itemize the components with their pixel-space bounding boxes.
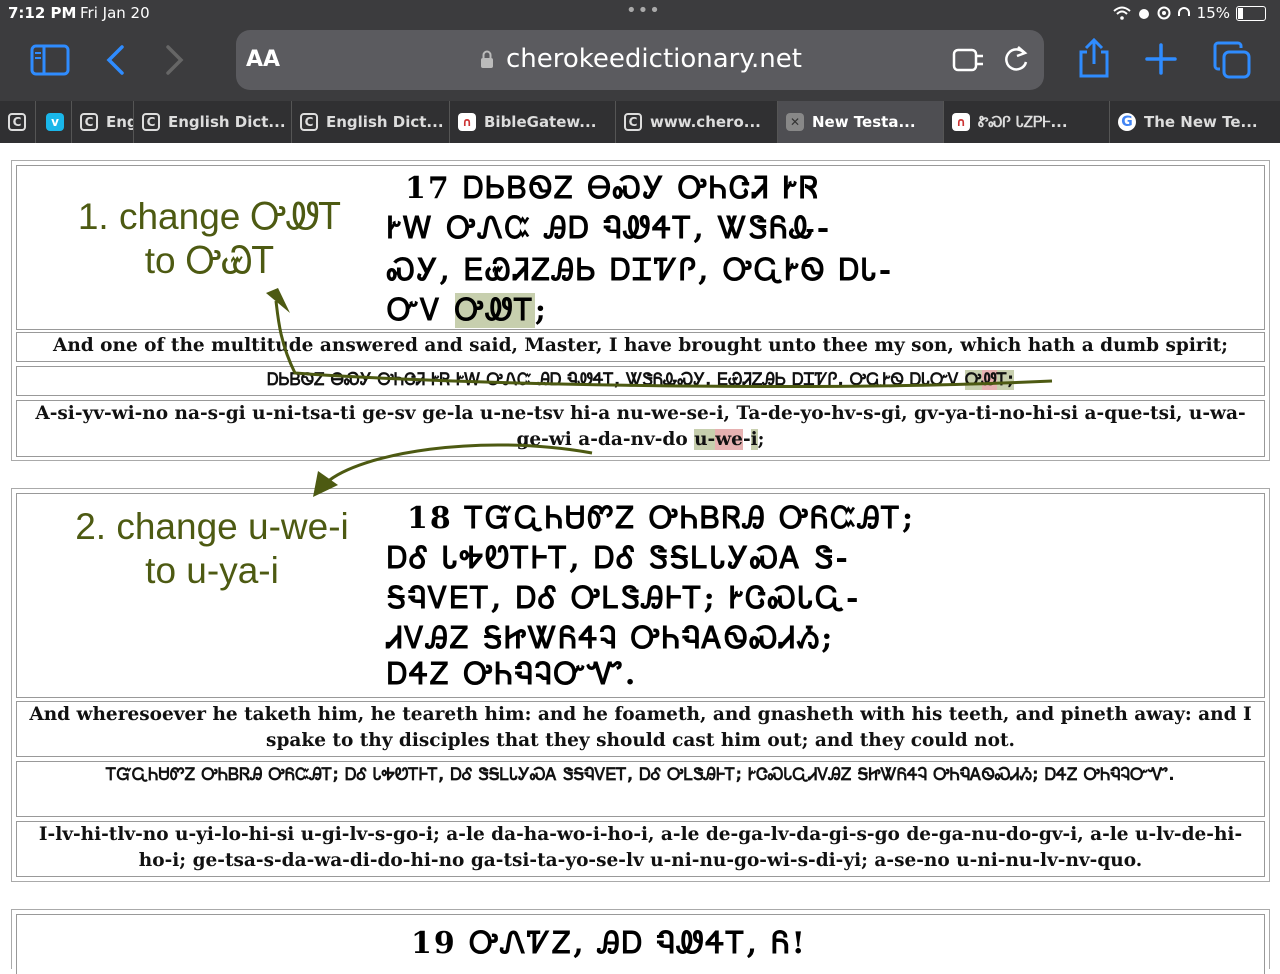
tab-favicon-icon: C [300, 113, 318, 131]
tab-item[interactable]: C [0, 101, 36, 143]
tab-label: Eng [106, 113, 133, 131]
tab-bar: C v C Eng C English Dict... C English Dict.… [0, 101, 1280, 143]
url-text[interactable]: cherokeedictionary.net [506, 44, 802, 74]
extensions-icon[interactable] [952, 46, 986, 74]
tab-favicon-icon: C [8, 113, 26, 131]
tab-item[interactable]: v [36, 101, 72, 143]
tab-item[interactable]: C Eng [72, 101, 134, 143]
lock-icon [481, 50, 493, 68]
at-icon [1157, 6, 1171, 20]
tab-label: The New Te... [1144, 113, 1258, 131]
status-bar: 7:12 PM Fri Jan 20 ••• 15% [0, 0, 1280, 26]
tab-item[interactable]: ∩ ᏑᏍᎵ ᏓᏃᏢᎰ... [944, 101, 1110, 143]
arrow-2-head [313, 471, 338, 497]
annotation-arrows [266, 288, 1053, 497]
tab-favicon-icon: G [1118, 113, 1136, 131]
tab-overview-icon[interactable] [1212, 40, 1252, 80]
battery-percent: 15% [1196, 4, 1230, 22]
alarm-icon [1138, 9, 1149, 19]
tab-favicon-icon: v [46, 113, 64, 131]
tab-label: English Dict... [168, 113, 286, 131]
tab-label: ᏑᏍᎵ ᏓᏃᏢᎰ... [978, 113, 1068, 131]
status-time: 7:12 PM [8, 4, 77, 22]
tab-item[interactable]: Cwww.chero... [616, 101, 778, 143]
share-icon[interactable] [1076, 38, 1112, 80]
tab-favicon-icon: C [142, 113, 160, 131]
tab-favicon-icon: C [80, 113, 98, 131]
tab-label: www.chero... [650, 113, 761, 131]
new-tab-icon[interactable] [1144, 42, 1178, 76]
tab-item[interactable]: G The New Te... [1110, 101, 1280, 143]
tab-item[interactable]: C English Dict... [134, 101, 292, 143]
back-icon[interactable] [104, 44, 126, 76]
multitask-dots[interactable]: ••• [626, 0, 661, 21]
tab-item-active[interactable]: ✕ New Testa... [778, 101, 944, 143]
close-tab-icon[interactable]: ✕ [786, 113, 804, 131]
address-bar[interactable]: AA cherokeedictionary.net [236, 30, 1044, 90]
sidebar-icon[interactable] [30, 44, 70, 76]
tab-label: BibleGatew... [484, 113, 597, 131]
tab-favicon-icon: ∩ [458, 113, 476, 131]
forward-icon[interactable] [164, 44, 186, 76]
reload-icon[interactable] [1002, 44, 1030, 74]
arrow-2-line [325, 443, 593, 485]
status-date: Fri Jan 20 [80, 4, 150, 22]
status-right: 15% [1112, 4, 1266, 22]
tab-label: New Testa... [812, 113, 916, 131]
arrow-1-line [274, 300, 1053, 388]
tab-item[interactable]: C English Dict... [292, 101, 450, 143]
browser-chrome: 7:12 PM Fri Jan 20 ••• 15% AA cherokeedi… [0, 0, 1280, 143]
tab-favicon-icon: ∩ [952, 113, 970, 131]
wifi-icon [1112, 6, 1131, 20]
tab-favicon-icon: C [624, 113, 642, 131]
headphones-icon [1177, 7, 1190, 16]
page-settings-button[interactable]: AA [246, 47, 280, 72]
tab-item[interactable]: ∩ BibleGatew... [450, 101, 616, 143]
tab-label: English Dict... [326, 113, 444, 131]
page-content: 17 ᎠᏏᏴᏫᏃ ᎾᏍᎩ ᎤᏂᏣᏘ ᎨᏒ ᎨᎳ ᎤᏁᏨ ᎯᎠ ᏄᏪᏎᎢ, ᏔᏕᏲ… [0, 143, 1280, 974]
battery-icon [1236, 5, 1266, 21]
